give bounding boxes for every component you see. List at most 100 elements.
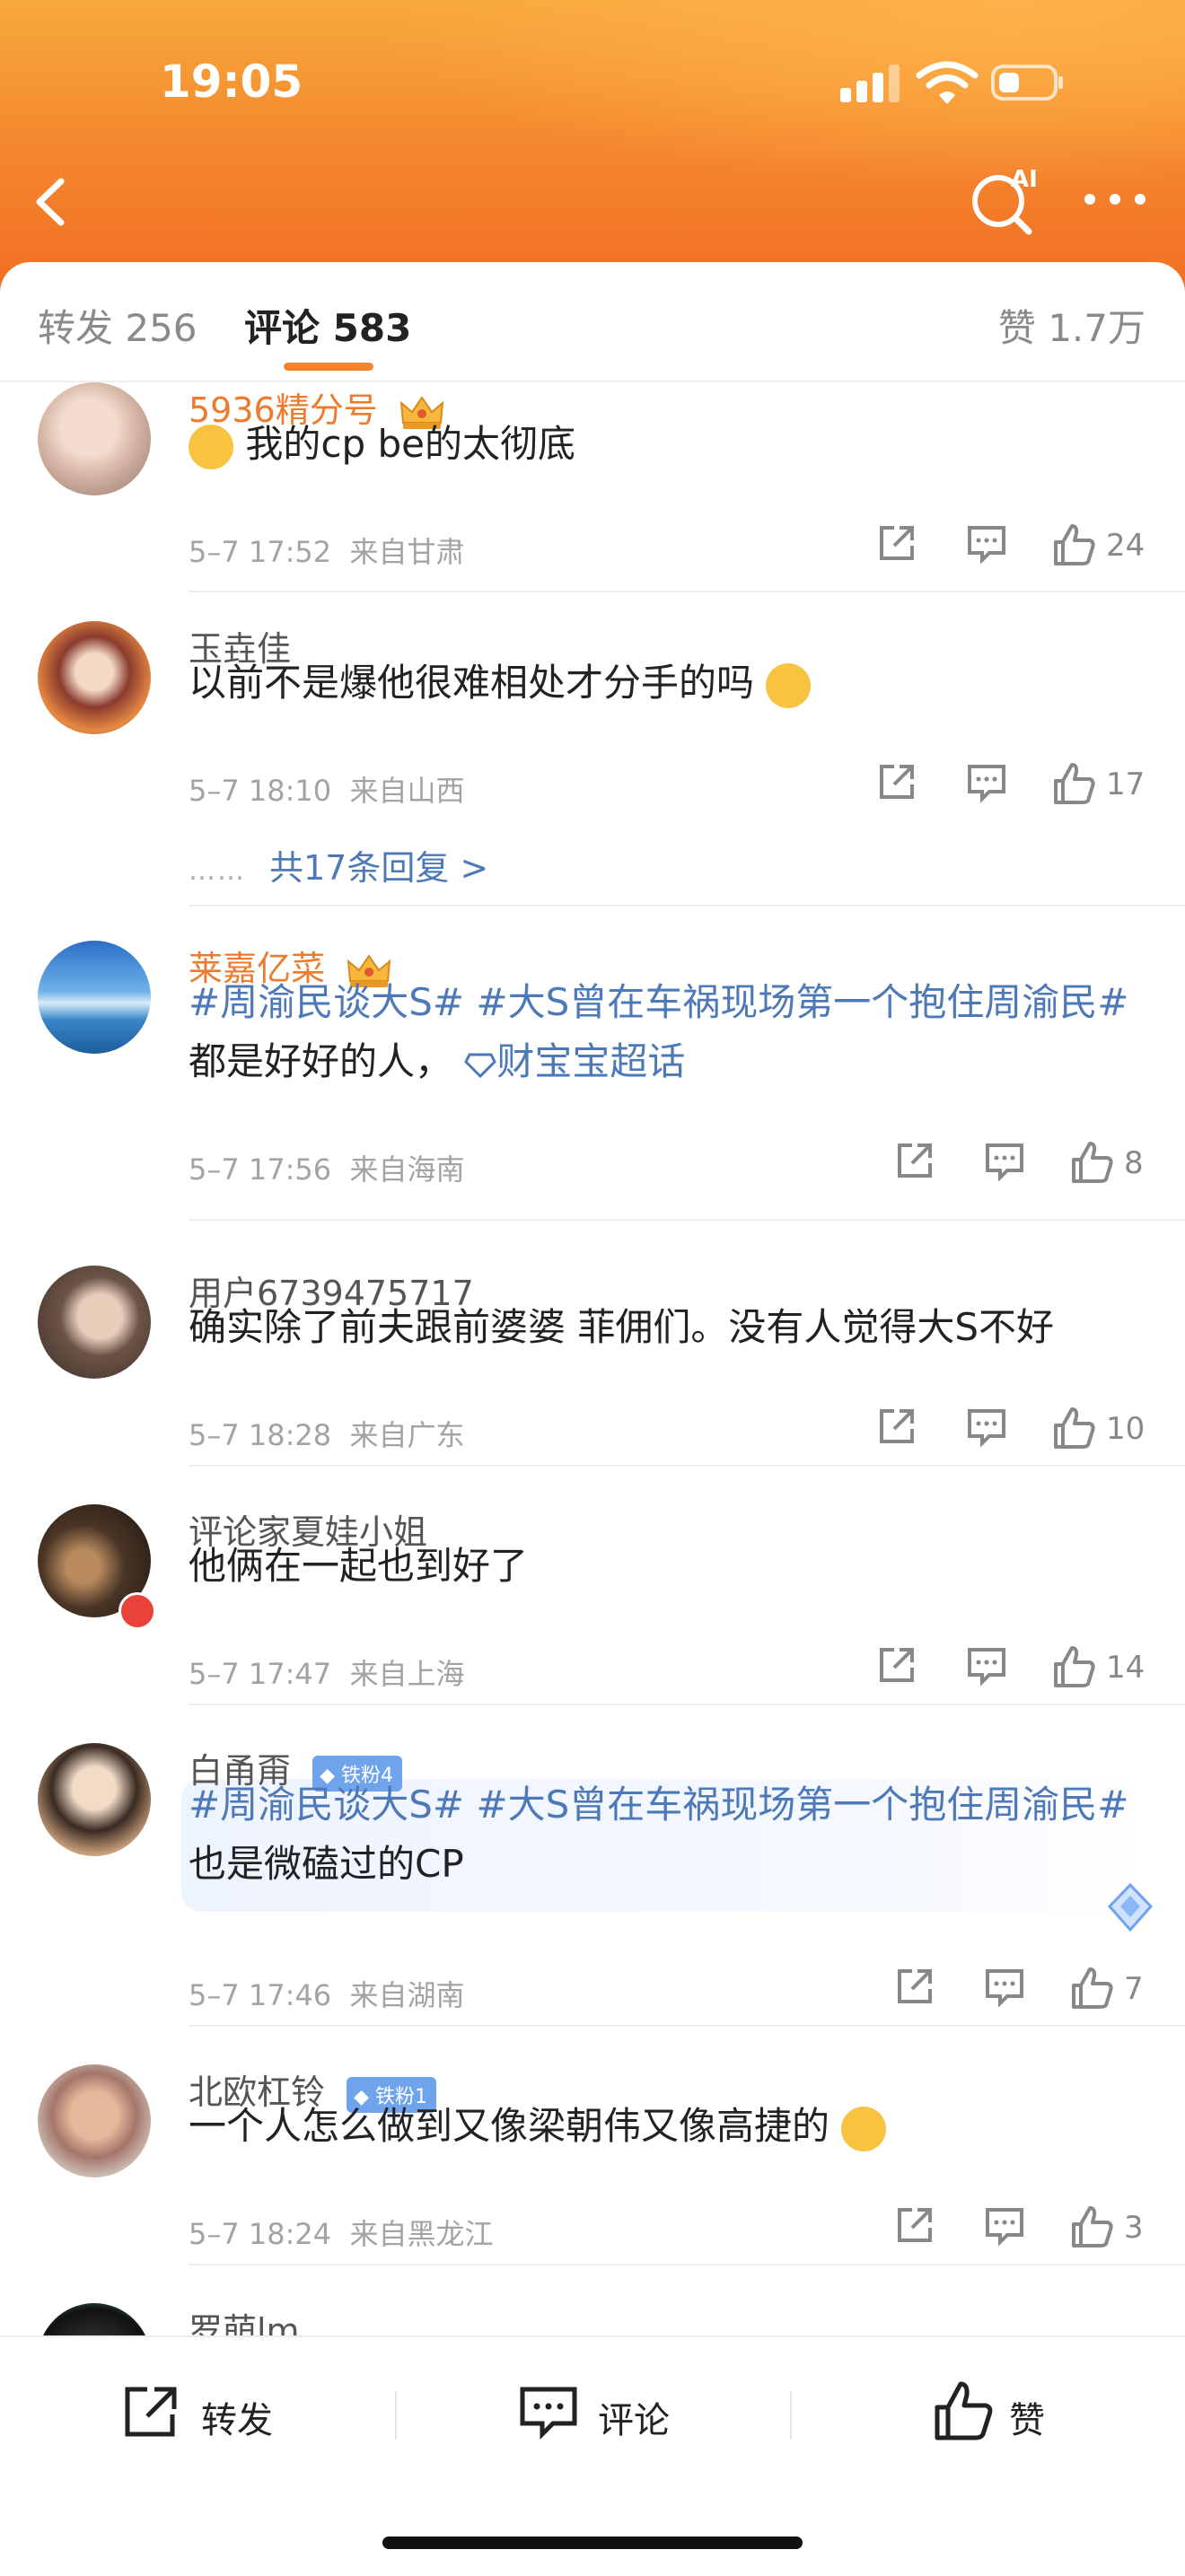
comment-list[interactable]: 5936精分号 我的cp be的太彻底 5–7 17:52 来自甘肃 24 玉垚… — [0, 382, 1185, 2335]
comment-actions: 24 — [876, 522, 1146, 573]
username[interactable]: 罗萌lm — [189, 2303, 300, 2335]
like-icon[interactable] — [1052, 1644, 1097, 1689]
comment-item: 玉垚佳 以前不是爆他很难相处才分手的吗 5–7 18:10 来自山西 17 ……… — [0, 621, 1185, 907]
svg-text:AI: AI — [1011, 166, 1038, 193]
comment-meta: 5–7 17:52 来自甘肃 — [189, 530, 464, 571]
comment-body: 也是微磕过的CP — [189, 1842, 464, 1886]
comment-time: 5–7 18:10 — [189, 774, 332, 808]
comment-location: 来自黑龙江 — [349, 2217, 494, 2251]
comment-location: 来自上海 — [349, 1657, 465, 1691]
view-replies-link[interactable]: …… 共17条回复 > — [189, 840, 488, 889]
like-count: 8 — [1124, 1145, 1144, 1181]
laughing-emoji-icon — [766, 662, 812, 708]
comment-location: 来自甘肃 — [349, 535, 465, 569]
comment-actions: 3 — [894, 2204, 1146, 2255]
hashtag-link[interactable]: #大S曾在车祸现场第一个抱住周渝民# — [476, 980, 1128, 1024]
repost-label: 转发 — [201, 2400, 273, 2441]
comment-icon[interactable] — [966, 1644, 1007, 1686]
avatar[interactable] — [38, 2303, 151, 2335]
like-count: 17 — [1106, 767, 1146, 802]
hashtag-link[interactable]: #周渝民谈大S# — [189, 1783, 464, 1827]
like-label: 赞 — [1009, 2400, 1045, 2441]
comment-icon[interactable] — [966, 761, 1007, 802]
avatar[interactable] — [38, 621, 151, 734]
repost-button[interactable]: 转发 — [122, 2377, 302, 2449]
reply-dots: …… — [189, 855, 246, 887]
comment-button[interactable]: 评论 — [519, 2377, 698, 2449]
comment-item: 用户6739475717 确实除了前夫跟前婆婆 菲佣们。没有人觉得大S不好 5–… — [0, 1228, 1185, 1467]
comment-text: 我的cp be的太彻底 — [189, 415, 1149, 474]
avatar[interactable] — [38, 2064, 151, 2177]
separator — [395, 2391, 397, 2440]
comment-actions: 7 — [894, 1966, 1146, 2016]
hashtag-link[interactable]: #大S曾在车祸现场第一个抱住周渝民# — [476, 1783, 1128, 1827]
comment-body: 都是好好的人， — [189, 1039, 453, 1083]
comment-location: 来自湖南 — [349, 1978, 465, 2012]
comment-meta: 5–7 17:46 来自湖南 — [189, 1973, 464, 2014]
comment-item: 5936精分号 我的cp be的太彻底 5–7 17:52 来自甘肃 24 — [0, 382, 1185, 592]
comment-icon[interactable] — [984, 2204, 1025, 2246]
share-icon[interactable] — [894, 2204, 935, 2246]
wifi-icon — [916, 61, 979, 104]
comment-meta: 5–7 17:56 来自海南 — [189, 1147, 464, 1188]
ai-search-icon[interactable]: AI — [966, 162, 1041, 237]
like-icon[interactable] — [1070, 1966, 1115, 2011]
separator — [790, 2391, 792, 2440]
comment-time: 5–7 17:56 — [189, 1152, 332, 1187]
cellular-signal-icon — [840, 63, 900, 102]
comment-time: 5–7 18:28 — [189, 1418, 332, 1452]
super-topic-link[interactable]: 财宝宝超话 — [464, 1039, 685, 1083]
comment-body: 我的cp be的太彻底 — [245, 422, 575, 466]
comment-icon[interactable] — [966, 522, 1007, 564]
avatar[interactable] — [38, 382, 151, 495]
crying-emoji-icon — [189, 424, 233, 469]
comment-body: 一个人怎么做到又像梁朝伟又像高捷的 — [189, 2104, 830, 2148]
comment-time: 5–7 17:52 — [189, 535, 332, 569]
like-icon[interactable] — [1052, 522, 1097, 567]
more-icon[interactable] — [1084, 190, 1147, 208]
comment-actions: 14 — [876, 1644, 1146, 1695]
share-icon[interactable] — [876, 1406, 917, 1447]
comment-label: 评论 — [598, 2400, 670, 2441]
avatar[interactable] — [38, 1743, 151, 1856]
like-icon[interactable] — [1070, 1140, 1115, 1185]
tab-active-indicator — [284, 363, 373, 371]
share-icon[interactable] — [894, 1966, 935, 2007]
comment-text: #周渝民谈大S# #大S曾在车祸现场第一个抱住周渝民# 都是好好的人， 财宝宝超… — [189, 973, 1149, 1091]
comment-meta: 5–7 18:24 来自黑龙江 — [189, 2212, 493, 2253]
comment-text: 他俩在一起也到好了 — [189, 1544, 529, 1588]
comment-item: 莱嘉亿菜 #周渝民谈大S# #大S曾在车祸现场第一个抱住周渝民# 都是好好的人，… — [0, 941, 1185, 1228]
comment-icon[interactable] — [984, 1140, 1025, 1181]
comment-time: 5–7 18:24 — [189, 2217, 332, 2251]
comment-icon[interactable] — [984, 1966, 1025, 2007]
avatar[interactable] — [38, 941, 151, 1054]
hashtag-link[interactable]: #周渝民谈大S# — [189, 980, 464, 1024]
share-icon[interactable] — [876, 522, 917, 564]
share-icon[interactable] — [876, 1644, 917, 1686]
share-icon[interactable] — [876, 761, 917, 802]
tab-repost[interactable]: 转发 256 — [38, 298, 198, 353]
comment-item: 评论家夏娃小姐 他俩在一起也到好了 5–7 17:47 来自上海 14 — [0, 1467, 1185, 1705]
status-time: 19:05 — [160, 56, 303, 108]
comment-icon[interactable] — [966, 1406, 1007, 1447]
divider — [189, 591, 1185, 592]
like-icon[interactable] — [1052, 761, 1097, 806]
back-icon[interactable] — [25, 171, 79, 233]
laughing-emoji-icon — [841, 2106, 887, 2151]
like-icon[interactable] — [1070, 2204, 1115, 2249]
avatar[interactable] — [38, 1266, 151, 1379]
comment-icon — [520, 2387, 577, 2440]
super-topic-icon — [464, 1053, 497, 1078]
share-icon[interactable] — [894, 1140, 935, 1181]
replies-label: 共17条回复 > — [269, 848, 489, 888]
comment-meta: 5–7 18:28 来自广东 — [189, 1413, 464, 1454]
like-button[interactable]: 赞 — [934, 2377, 1077, 2449]
tab-likes[interactable]: 赞 1.7万 — [998, 298, 1146, 353]
comment-time: 5–7 17:46 — [189, 1978, 332, 2012]
comment-location: 来自山西 — [349, 774, 465, 808]
divider — [189, 1219, 1185, 1221]
diamond-icon — [1107, 1882, 1154, 1932]
tab-comments[interactable]: 评论 583 — [244, 298, 411, 353]
like-icon[interactable] — [1052, 1406, 1097, 1450]
verified-badge-icon — [118, 1592, 156, 1630]
